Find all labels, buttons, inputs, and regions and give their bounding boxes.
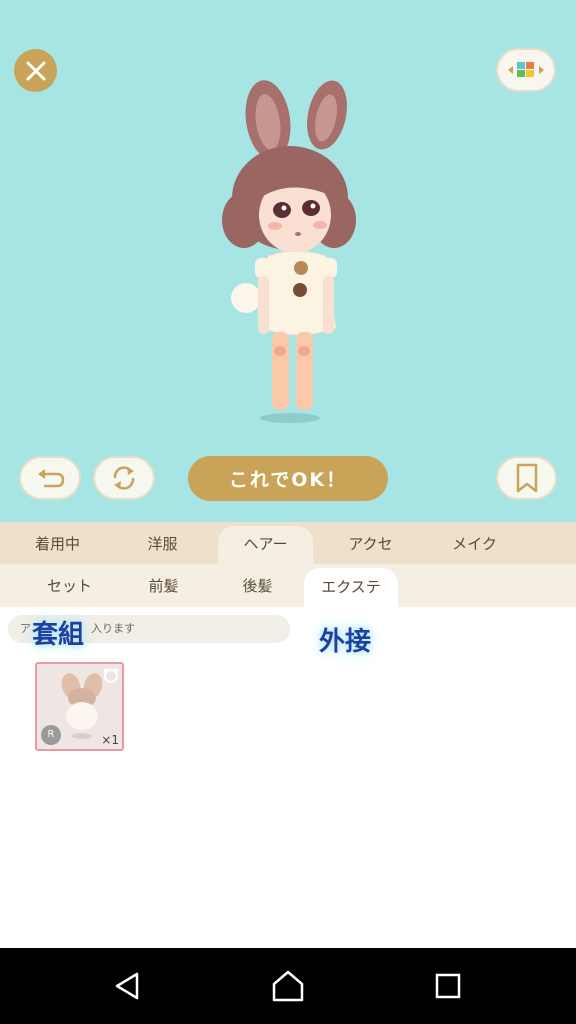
recents-icon: [435, 973, 461, 999]
tab-clothes[interactable]: 洋服: [115, 522, 210, 564]
home-icon: [272, 970, 304, 1002]
home-button[interactable]: [256, 948, 320, 1024]
rarity-badge: R: [41, 725, 61, 745]
back-button[interactable]: [96, 948, 160, 1024]
tab-makeup[interactable]: メイク: [427, 522, 522, 564]
close-button[interactable]: [14, 49, 57, 92]
tab-hair[interactable]: ヘアー: [218, 526, 313, 564]
color-palette-button[interactable]: [496, 48, 556, 92]
item-count: ×1: [101, 733, 119, 747]
tab-wearing[interactable]: 着用中: [10, 522, 105, 564]
tab-accessories[interactable]: アクセ: [323, 522, 418, 564]
color-palette-icon: [508, 62, 544, 77]
avatar-character: [222, 80, 356, 423]
bookmark-icon: [516, 463, 537, 493]
filter-text-end: 入ります: [91, 622, 135, 635]
rotate-icon: [113, 466, 135, 490]
bookmark-button[interactable]: [496, 456, 557, 500]
subtab-set[interactable]: セット: [22, 564, 117, 607]
hair-subtab-bar: セット 前髪 後髪 エクステ: [0, 564, 576, 607]
system-navigation-bar: [0, 948, 576, 1024]
rotate-button[interactable]: [93, 456, 155, 500]
confirm-ok-button[interactable]: これでOK！: [188, 456, 388, 501]
avatar-stage: これでOK！: [0, 0, 576, 522]
recents-button[interactable]: [416, 948, 480, 1024]
close-icon: [26, 61, 45, 80]
overlay-label-extension: 外接: [319, 627, 372, 657]
subtab-bangs[interactable]: 前髪: [116, 564, 211, 607]
filter-text-start: ア: [20, 622, 31, 635]
subtab-extensions[interactable]: エクステ: [304, 568, 398, 607]
back-icon: [115, 972, 139, 1000]
undo-button[interactable]: [19, 456, 81, 500]
subtab-back-hair[interactable]: 後髪: [210, 564, 305, 607]
item-card[interactable]: R ×1: [35, 662, 124, 751]
category-tab-bar: 着用中 洋服 ヘアー アクセ メイク: [0, 522, 576, 564]
overlay-label-set: 套組: [32, 620, 85, 650]
undo-icon: [38, 469, 65, 488]
